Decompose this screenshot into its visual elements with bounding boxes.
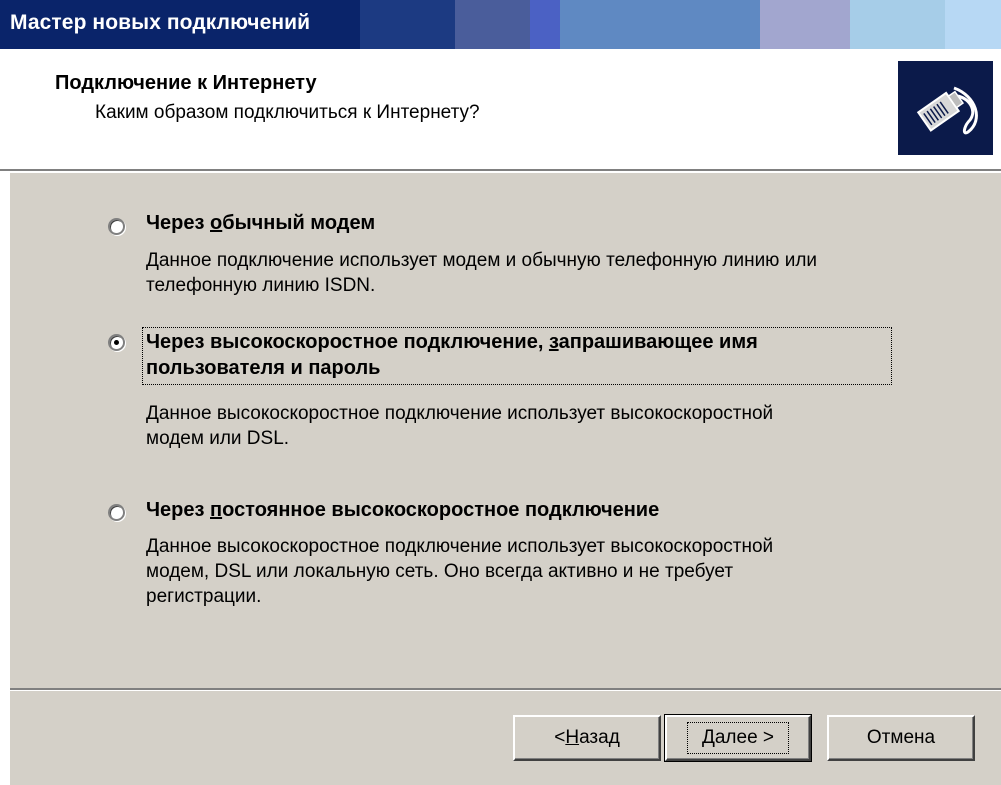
- radio-dialup-modem[interactable]: [108, 218, 125, 235]
- option-label-dialup-modem[interactable]: Через обычный модем: [146, 210, 375, 236]
- window-title: Мастер новых подключений: [10, 11, 311, 34]
- title-bar[interactable]: Мастер новых подключений: [0, 0, 1001, 49]
- accelerator-key: з: [548, 331, 559, 353]
- option-label-text: бычный модем: [222, 212, 376, 234]
- wizard-header: Подключение к Интернету Каким образом по…: [0, 49, 1001, 169]
- desc-line: модем или DSL.: [146, 428, 290, 449]
- desc-line: регистрации.: [146, 586, 262, 607]
- radio-always-on-broadband[interactable]: [108, 504, 125, 521]
- accelerator-key: Н: [565, 727, 580, 748]
- desc-line: Данное высокоскоростное подключение испо…: [146, 403, 774, 424]
- left-edge: [0, 173, 10, 785]
- option-label-text: Через высокоскоростное подключение,: [146, 331, 549, 353]
- option-label-text: пользователя и пароль: [146, 357, 381, 379]
- option-label-text: остоянное высокоскоростное подключение: [222, 499, 660, 521]
- page-subtitle: Каким образом подключиться к Интернету?: [95, 102, 480, 123]
- wizard-window: Мастер новых подключений Подключение к И…: [0, 0, 1001, 785]
- radio-selected-dot: [114, 340, 119, 345]
- option-desc-dialup-modem: Данное подключение использует модем и об…: [146, 248, 817, 298]
- accelerator-key: о: [210, 212, 223, 234]
- option-desc-always-on-broadband: Данное высокоскоростное подключение испо…: [146, 534, 773, 609]
- button-label: <: [554, 727, 566, 748]
- option-label-text: Через: [146, 499, 211, 521]
- button-label: азад: [579, 727, 620, 748]
- option-label-always-on-broadband[interactable]: Через постоянное высокоскоростное подклю…: [146, 497, 659, 523]
- desc-line: модем, DSL или локальную сеть. Оно всегд…: [146, 561, 734, 582]
- network-cable-icon: [898, 61, 993, 155]
- button-focus-label: Далее >: [686, 722, 790, 754]
- button-label: Отмена: [866, 727, 936, 748]
- accelerator-key: п: [210, 499, 223, 521]
- back-button[interactable]: < Назад: [513, 715, 661, 761]
- radio-broadband-login[interactable]: [108, 334, 125, 351]
- option-label-text: апрашивающее имя: [558, 331, 758, 353]
- next-button[interactable]: Далее >: [664, 714, 812, 762]
- desc-line: Данное подключение использует модем и об…: [146, 250, 818, 271]
- accelerator-key: Д: [701, 727, 715, 748]
- button-label: алее >: [714, 727, 775, 748]
- cancel-button[interactable]: Отмена: [827, 715, 975, 761]
- option-label-broadband-login[interactable]: Через высокоскоростное подключение, запр…: [146, 329, 758, 381]
- option-desc-broadband-login: Данное высокоскоростное подключение испо…: [146, 401, 773, 451]
- page-title: Подключение к Интернету: [55, 72, 317, 94]
- desc-line: телефонную линию ISDN.: [146, 275, 376, 296]
- desc-line: Данное высокоскоростное подключение испо…: [146, 536, 774, 557]
- option-label-text: Через: [146, 212, 211, 234]
